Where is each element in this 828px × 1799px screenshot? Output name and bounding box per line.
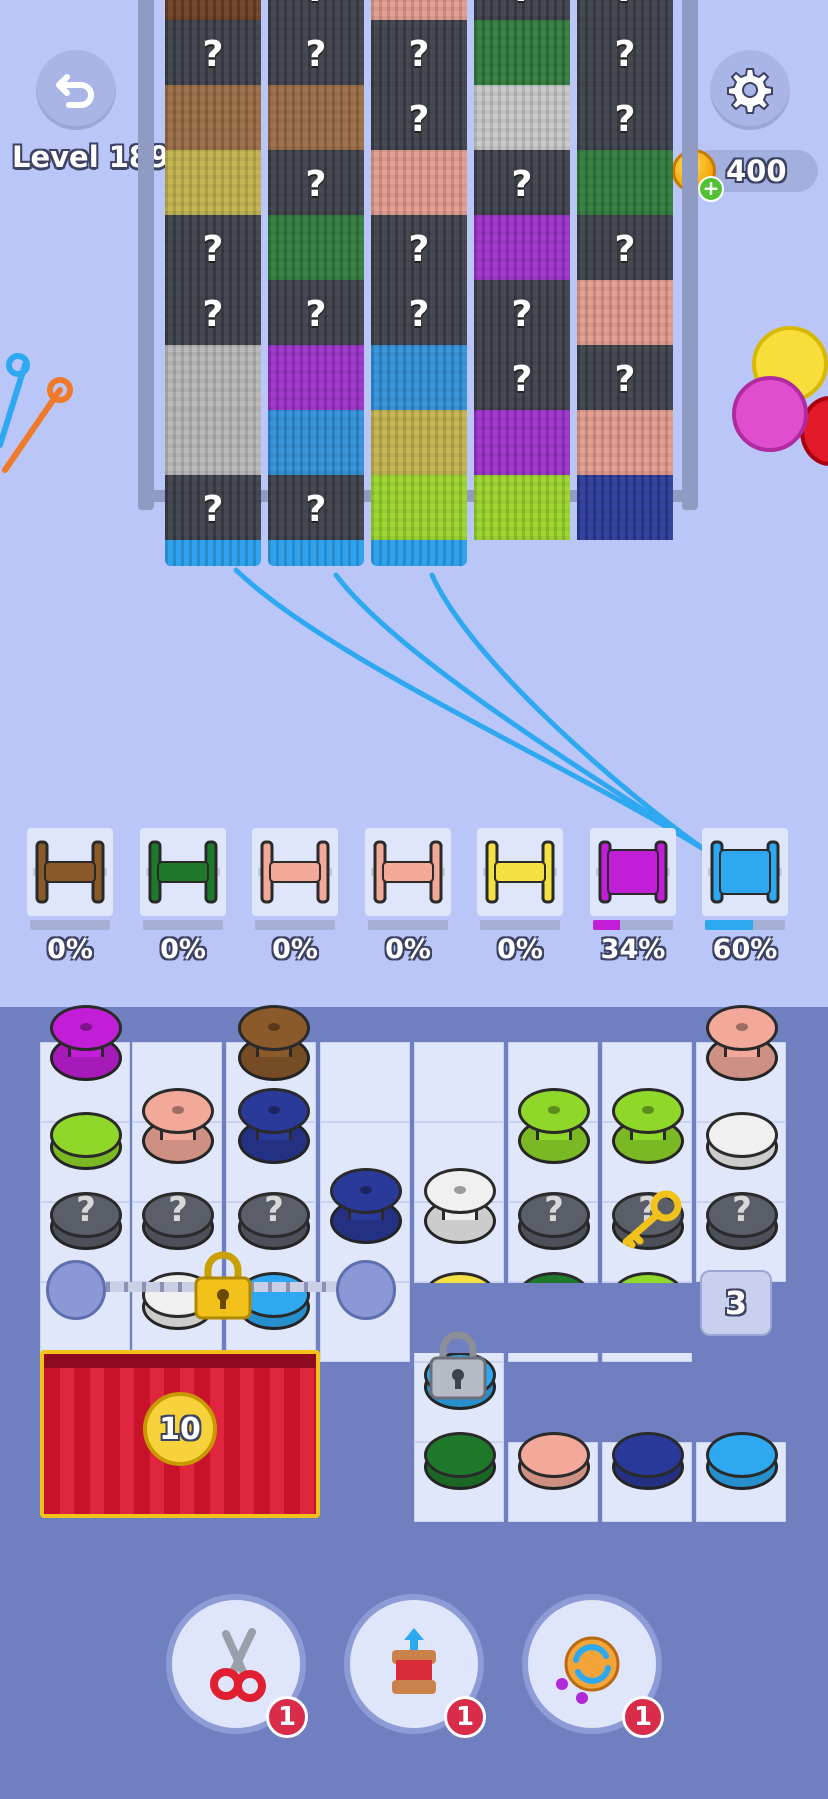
spool-progress-fill xyxy=(593,920,621,930)
thread-spool[interactable] xyxy=(706,1112,778,1170)
thread-spool[interactable] xyxy=(706,1432,778,1490)
spool-percent: 34% xyxy=(600,934,666,965)
mystery-mark: ? xyxy=(732,1190,752,1230)
spool-percent: 60% xyxy=(712,934,778,965)
thread-spool[interactable] xyxy=(238,1088,310,1164)
spool-slot[interactable] xyxy=(252,828,338,916)
hidden-stack-count: 3 xyxy=(724,1284,748,1322)
chain-post xyxy=(46,1260,106,1320)
board-cell xyxy=(320,1042,410,1122)
spool-progress-bar xyxy=(480,920,560,930)
spool-icon xyxy=(371,840,445,904)
powerup-count-badge: 1 xyxy=(622,1696,664,1738)
spool-percent: 0% xyxy=(160,934,206,965)
spool-percent: 0% xyxy=(47,934,93,965)
board-cell xyxy=(414,1042,504,1122)
spool-slot[interactable] xyxy=(140,828,226,916)
chain-post xyxy=(336,1260,396,1320)
spool-progress-bar xyxy=(143,920,223,930)
spool-icon xyxy=(146,840,220,904)
yarn-swap-icon xyxy=(556,1636,620,1704)
mystery-spool[interactable]: ? xyxy=(238,1190,310,1250)
padlock-icon[interactable] xyxy=(425,1330,491,1400)
mystery-mark: ? xyxy=(544,1190,564,1230)
mystery-spool[interactable]: ? xyxy=(706,1190,778,1250)
thread-spool[interactable] xyxy=(612,1432,684,1490)
thread-spool[interactable] xyxy=(330,1168,402,1244)
mystery-mark: ? xyxy=(264,1190,284,1230)
thread-spool[interactable] xyxy=(612,1088,684,1164)
thread-spool[interactable] xyxy=(238,1005,310,1081)
thread-spool[interactable] xyxy=(424,1168,496,1244)
spool-progress-bar xyxy=(255,920,335,930)
powerup-count-badge: 1 xyxy=(444,1696,486,1738)
spool-percent: 0% xyxy=(272,934,318,965)
spool-slot[interactable] xyxy=(477,828,563,916)
thread-spool[interactable] xyxy=(50,1112,122,1170)
spool-progress-bar xyxy=(593,920,673,930)
thread-spool[interactable] xyxy=(50,1005,122,1081)
spool-percent: 0% xyxy=(497,934,543,965)
powerup-count-badge: 1 xyxy=(266,1696,308,1738)
hidden-stack[interactable]: 3 xyxy=(700,1270,772,1336)
spool-icon xyxy=(596,840,670,904)
mystery-mark: ? xyxy=(76,1190,96,1230)
spool-icon xyxy=(258,840,332,904)
spool-slot[interactable] xyxy=(590,828,676,916)
thread-spool[interactable] xyxy=(706,1005,778,1081)
spool-slot[interactable] xyxy=(702,828,788,916)
key-icon xyxy=(622,1190,682,1249)
spool-icon xyxy=(483,840,557,904)
curtain-counter: 10 xyxy=(143,1392,217,1466)
spool-progress-bar xyxy=(30,920,110,930)
spool-slot[interactable] xyxy=(365,828,451,916)
thread-spool[interactable] xyxy=(142,1088,214,1164)
mystery-spool[interactable]: ? xyxy=(142,1190,214,1250)
spool-icon xyxy=(708,840,782,904)
spool-slot[interactable] xyxy=(27,828,113,916)
spool-percent: 0% xyxy=(385,934,431,965)
spool-progress-bar xyxy=(368,920,448,930)
thread-spool[interactable] xyxy=(424,1432,496,1490)
spool-arrow-icon xyxy=(392,1628,436,1694)
spool-icon xyxy=(33,840,107,904)
curtain-counter-value: 10 xyxy=(159,1411,201,1447)
thread-spool[interactable] xyxy=(518,1432,590,1490)
thread-spool[interactable] xyxy=(518,1088,590,1164)
padlock-icon xyxy=(194,1251,252,1320)
thread-lines xyxy=(233,567,708,853)
mystery-spool[interactable]: ? xyxy=(50,1190,122,1250)
mystery-mark: ? xyxy=(168,1190,188,1230)
mystery-spool[interactable]: ? xyxy=(518,1190,590,1250)
scissors-icon xyxy=(210,1628,266,1702)
spool-progress-bar xyxy=(705,920,785,930)
spool-progress-fill xyxy=(705,920,753,930)
